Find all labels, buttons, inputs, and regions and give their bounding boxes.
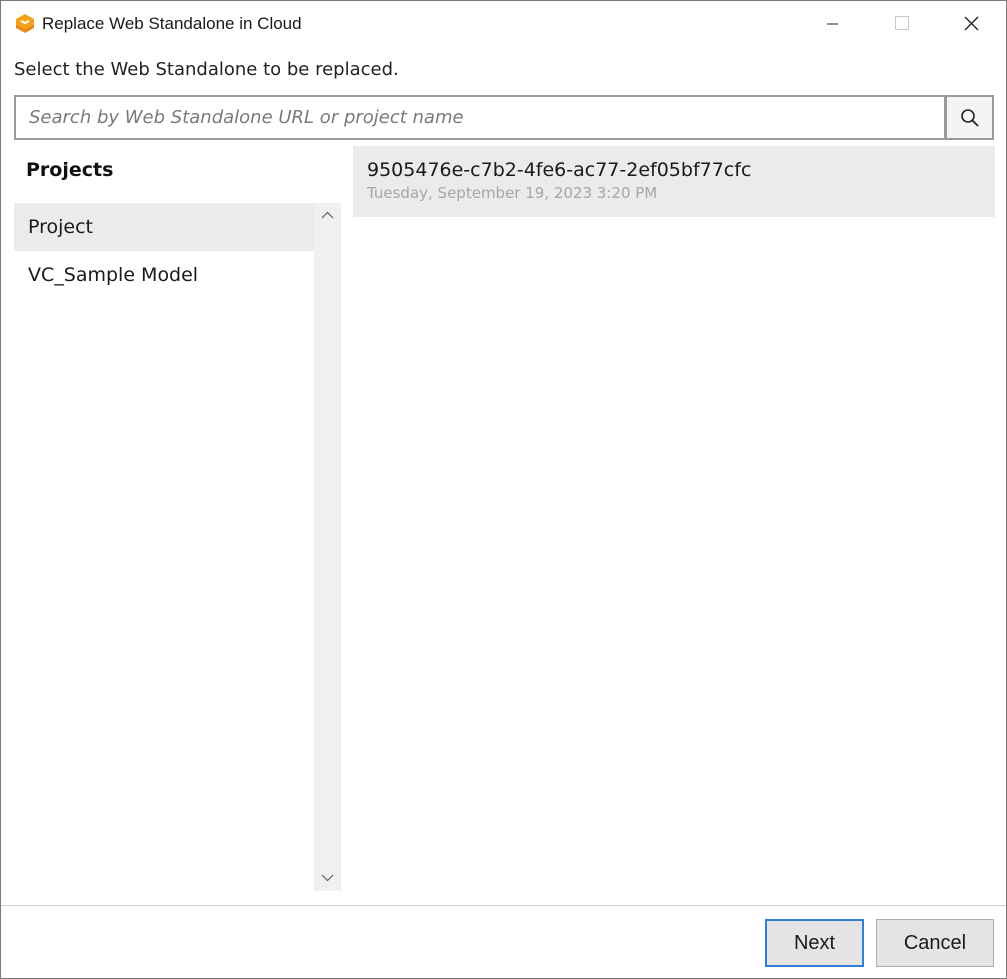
- search-box: [14, 95, 946, 140]
- standalone-list: 9505476e-c7b2-4fe6-ac77-2ef05bf77cfc Tue…: [353, 146, 995, 896]
- project-item-project[interactable]: Project: [14, 203, 314, 251]
- close-button[interactable]: [936, 1, 1005, 47]
- chevron-down-icon: [321, 874, 334, 882]
- search-icon: [961, 109, 979, 127]
- window-title: Replace Web Standalone in Cloud: [42, 14, 302, 33]
- search-input[interactable]: [16, 97, 944, 138]
- minimize-icon: [827, 23, 838, 25]
- project-item-label: VC_Sample Model: [28, 264, 199, 286]
- cancel-button[interactable]: Cancel: [876, 919, 994, 967]
- search-button[interactable]: [946, 95, 994, 140]
- close-icon: [964, 16, 979, 31]
- maximize-button[interactable]: [867, 1, 936, 47]
- project-item-label: Project: [28, 216, 94, 238]
- chevron-up-icon: [321, 211, 334, 219]
- title-bar[interactable]: Replace Web Standalone in Cloud: [1, 1, 1006, 47]
- projects-header: Projects: [26, 159, 114, 181]
- instruction-text: Select the Web Standalone to be replaced…: [14, 59, 399, 80]
- projects-list: Project VC_Sample Model: [14, 203, 314, 891]
- minimize-button[interactable]: [798, 1, 867, 47]
- projects-scrollbar[interactable]: [314, 203, 341, 891]
- standalone-logo-icon: [13, 12, 37, 36]
- dialog-window: Replace Web Standalone in Cloud Select t…: [0, 0, 1007, 979]
- next-button[interactable]: Next: [765, 919, 864, 967]
- maximize-icon: [895, 16, 909, 30]
- standalone-date: Tuesday, September 19, 2023 3:20 PM: [367, 184, 658, 202]
- scroll-down-button[interactable]: [314, 865, 341, 891]
- footer-divider: [1, 905, 1006, 906]
- standalone-id: 9505476e-c7b2-4fe6-ac77-2ef05bf77cfc: [367, 159, 752, 181]
- standalone-item[interactable]: 9505476e-c7b2-4fe6-ac77-2ef05bf77cfc Tue…: [353, 146, 995, 217]
- scroll-up-button[interactable]: [314, 203, 341, 229]
- project-item-vc-sample-model[interactable]: VC_Sample Model: [14, 251, 314, 299]
